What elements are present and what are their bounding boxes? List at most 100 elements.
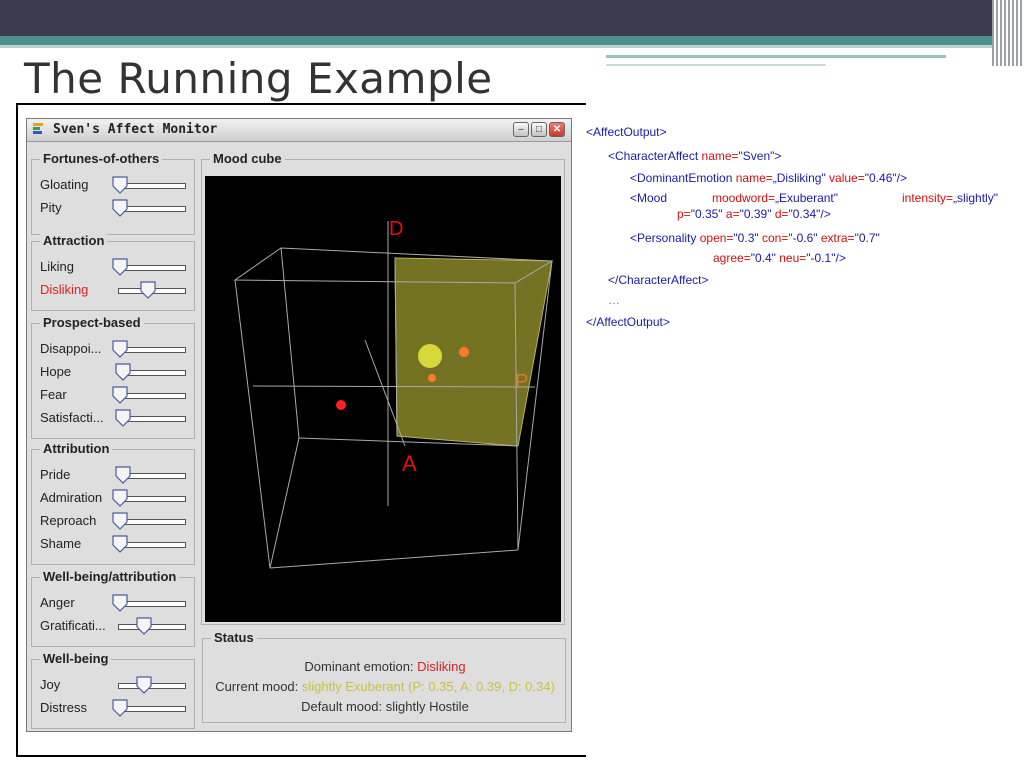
xml-line: <AffectOutput> — [586, 125, 667, 139]
emotion-group: Well-being Joy Distress — [31, 651, 195, 729]
slider-thumb[interactable] — [136, 617, 152, 635]
maximize-button[interactable]: □ — [531, 122, 547, 137]
emotion-row: Pride — [40, 464, 210, 486]
slider-thumb[interactable] — [112, 535, 128, 553]
current-mood-sphere — [418, 344, 442, 368]
emotion-label: Pity — [40, 200, 62, 215]
emotion-label: Reproach — [40, 513, 97, 528]
slide-title: The Running Example — [24, 54, 493, 103]
emotion-row: Joy — [40, 674, 210, 696]
emotion-row: Admiration — [40, 487, 210, 509]
emotion-group-label: Well-being — [40, 651, 112, 666]
slider-thumb[interactable] — [112, 594, 128, 612]
mood-cube-view[interactable]: D P A — [205, 176, 561, 622]
emotion-group: Prospect-based Disappoi... Hope Fear Satisfa… — [31, 315, 195, 439]
dominant-emotion-value: Disliking — [417, 659, 466, 674]
xml-line: <Mood — [630, 191, 668, 205]
emotion-row: Gratificati... — [40, 615, 210, 637]
xml-line: <DominantEmotion name=„Disliking" value=… — [630, 171, 907, 185]
xml-line: p="0.35" a="0.39" d="0.34"/> — [677, 207, 831, 221]
dominant-emotion-line: Dominant emotion: Disliking — [203, 659, 567, 674]
emotion-group: Fortunes-of-others Gloating Pity — [31, 151, 195, 235]
emotion-row: Pity — [40, 197, 210, 219]
emotion-row: Liking — [40, 256, 210, 278]
emotion-slider-track[interactable] — [118, 519, 186, 525]
axis-label-p: P — [515, 371, 528, 393]
slider-thumb[interactable] — [140, 281, 156, 299]
mood-cube-label: Mood cube — [210, 151, 285, 166]
slider-thumb[interactable] — [115, 409, 131, 427]
emotion-slider-track[interactable] — [118, 206, 186, 212]
xml-line: moodword=„Exuberant" — [712, 191, 839, 205]
xml-line: <CharacterAffect name="Sven"> — [608, 149, 782, 163]
xml-line: <Personality open="0.3" con="-0.6" extra… — [630, 231, 880, 245]
emotion-slider-track[interactable] — [118, 542, 186, 548]
emotion-label: Pride — [40, 467, 71, 482]
slider-thumb[interactable] — [115, 466, 131, 484]
emotion-label: Joy — [40, 677, 61, 692]
close-button[interactable]: ✕ — [549, 122, 565, 137]
emotion-label: Disliking — [40, 282, 89, 297]
emotion-label: Shame — [40, 536, 82, 551]
slider-thumb[interactable] — [112, 258, 128, 276]
emotion-row: Gloating — [40, 174, 210, 196]
emotion-row: Disappoi... — [40, 338, 210, 360]
emotion-label: Anger — [40, 595, 75, 610]
status-label: Status — [211, 630, 257, 645]
emotion-label: Fear — [40, 387, 67, 402]
default-mood-line: Default mood: slightly Hostile — [301, 699, 469, 714]
slider-thumb[interactable] — [112, 386, 128, 404]
slider-thumb[interactable] — [112, 340, 128, 358]
emotion-slider-track[interactable] — [118, 601, 186, 607]
current-mood-prefix: Current mood: — [215, 679, 302, 694]
emotion-row: Shame — [40, 533, 210, 555]
emotion-slider-track[interactable] — [118, 496, 186, 502]
window-titlebar[interactable]: Sven's Affect Monitor – □ ✕ — [27, 119, 571, 142]
axis-label-d: D — [389, 218, 403, 240]
emotion-slider-track[interactable] — [118, 265, 186, 271]
slide-accent-band — [0, 36, 1024, 45]
slider-thumb[interactable] — [136, 676, 152, 694]
emotion-slider-track[interactable] — [118, 347, 186, 353]
emotion-point — [336, 400, 346, 410]
emotion-slider-track[interactable] — [118, 393, 186, 399]
slide-accent-line — [0, 45, 1024, 48]
emotion-row: Anger — [40, 592, 210, 614]
slide-rule — [606, 55, 946, 58]
emotion-row: Distress — [40, 697, 210, 719]
emotion-label: Gloating — [40, 177, 89, 192]
xml-line: agree="0.4" neu="-0.1"/> — [713, 251, 846, 265]
xml-line: intensity=„slightly" — [902, 191, 998, 205]
emotion-slider-track[interactable] — [118, 683, 186, 689]
emotion-row: Disliking — [40, 279, 210, 301]
minimize-button[interactable]: – — [513, 122, 529, 137]
mood-octant-overlay — [395, 258, 552, 446]
emotion-group: Well-being/attribution Anger Gratificati..… — [31, 569, 195, 647]
emotion-group-label: Fortunes-of-others — [40, 151, 163, 166]
emotion-slider-track[interactable] — [118, 183, 186, 189]
window-title: Sven's Affect Monitor — [53, 122, 218, 137]
slider-thumb[interactable] — [112, 199, 128, 217]
slider-thumb[interactable] — [112, 699, 128, 717]
emotion-label: Liking — [40, 259, 74, 274]
emotion-row: Fear — [40, 384, 210, 406]
emotion-group: Attribution Pride Admiration Reproach Shame — [31, 441, 195, 565]
emotion-group-label: Attraction — [40, 233, 108, 248]
dominant-emotion-prefix: Dominant emotion: — [304, 659, 418, 674]
emotion-label: Satisfacti... — [40, 410, 104, 425]
slider-thumb[interactable] — [112, 512, 128, 530]
slider-thumb[interactable] — [112, 489, 128, 507]
current-mood-value: slightly Exuberant (P: 0.35, A: 0.39, D:… — [301, 679, 555, 694]
mood-cube-svg: D P A — [233, 218, 554, 569]
emotion-row: Hope — [40, 361, 210, 383]
emotion-slider-track[interactable] — [118, 706, 186, 712]
affect-monitor-window: Sven's Affect Monitor – □ ✕ Fortunes-of-… — [26, 118, 572, 732]
emotion-group: Attraction Liking Disliking — [31, 233, 195, 311]
emotion-point — [428, 374, 436, 382]
emotion-slider-track[interactable] — [118, 624, 186, 630]
slide-header-band — [0, 0, 1024, 36]
slider-thumb[interactable] — [115, 363, 131, 381]
slider-thumb[interactable] — [112, 176, 128, 194]
emotion-label: Distress — [40, 700, 87, 715]
xml-line: … — [608, 293, 620, 307]
